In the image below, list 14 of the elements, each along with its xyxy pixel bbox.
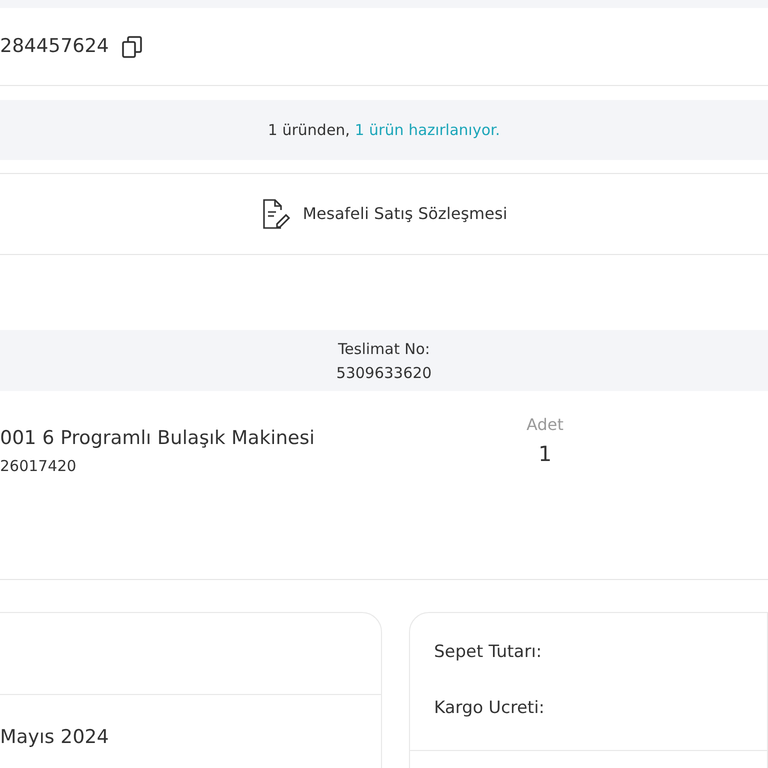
order-date: Mayıs 2024 bbox=[0, 725, 110, 750]
product-name[interactable]: 001 6 Programlı Bulaşık Makinesi bbox=[0, 421, 480, 455]
status-text: 1 üründen, 1 ürün hazırlanıyor. bbox=[268, 120, 500, 141]
quantity-value: 1 bbox=[538, 441, 552, 468]
contract-link[interactable]: Mesafeli Satış Sözleşmesi bbox=[260, 198, 508, 230]
delivery-label: Teslimat No: bbox=[338, 338, 430, 360]
quantity-label: Adet bbox=[526, 414, 564, 436]
summary-label: Sepet Tutarı: bbox=[434, 641, 543, 663]
product-code: 26017420 bbox=[0, 456, 78, 477]
delivery-number: 5309633620 bbox=[336, 362, 432, 384]
order-number: 284457624 bbox=[0, 34, 109, 60]
copy-icon[interactable] bbox=[120, 34, 143, 58]
document-edit-icon bbox=[260, 198, 291, 230]
summary-label: Kargo Ucreti: bbox=[434, 697, 546, 719]
